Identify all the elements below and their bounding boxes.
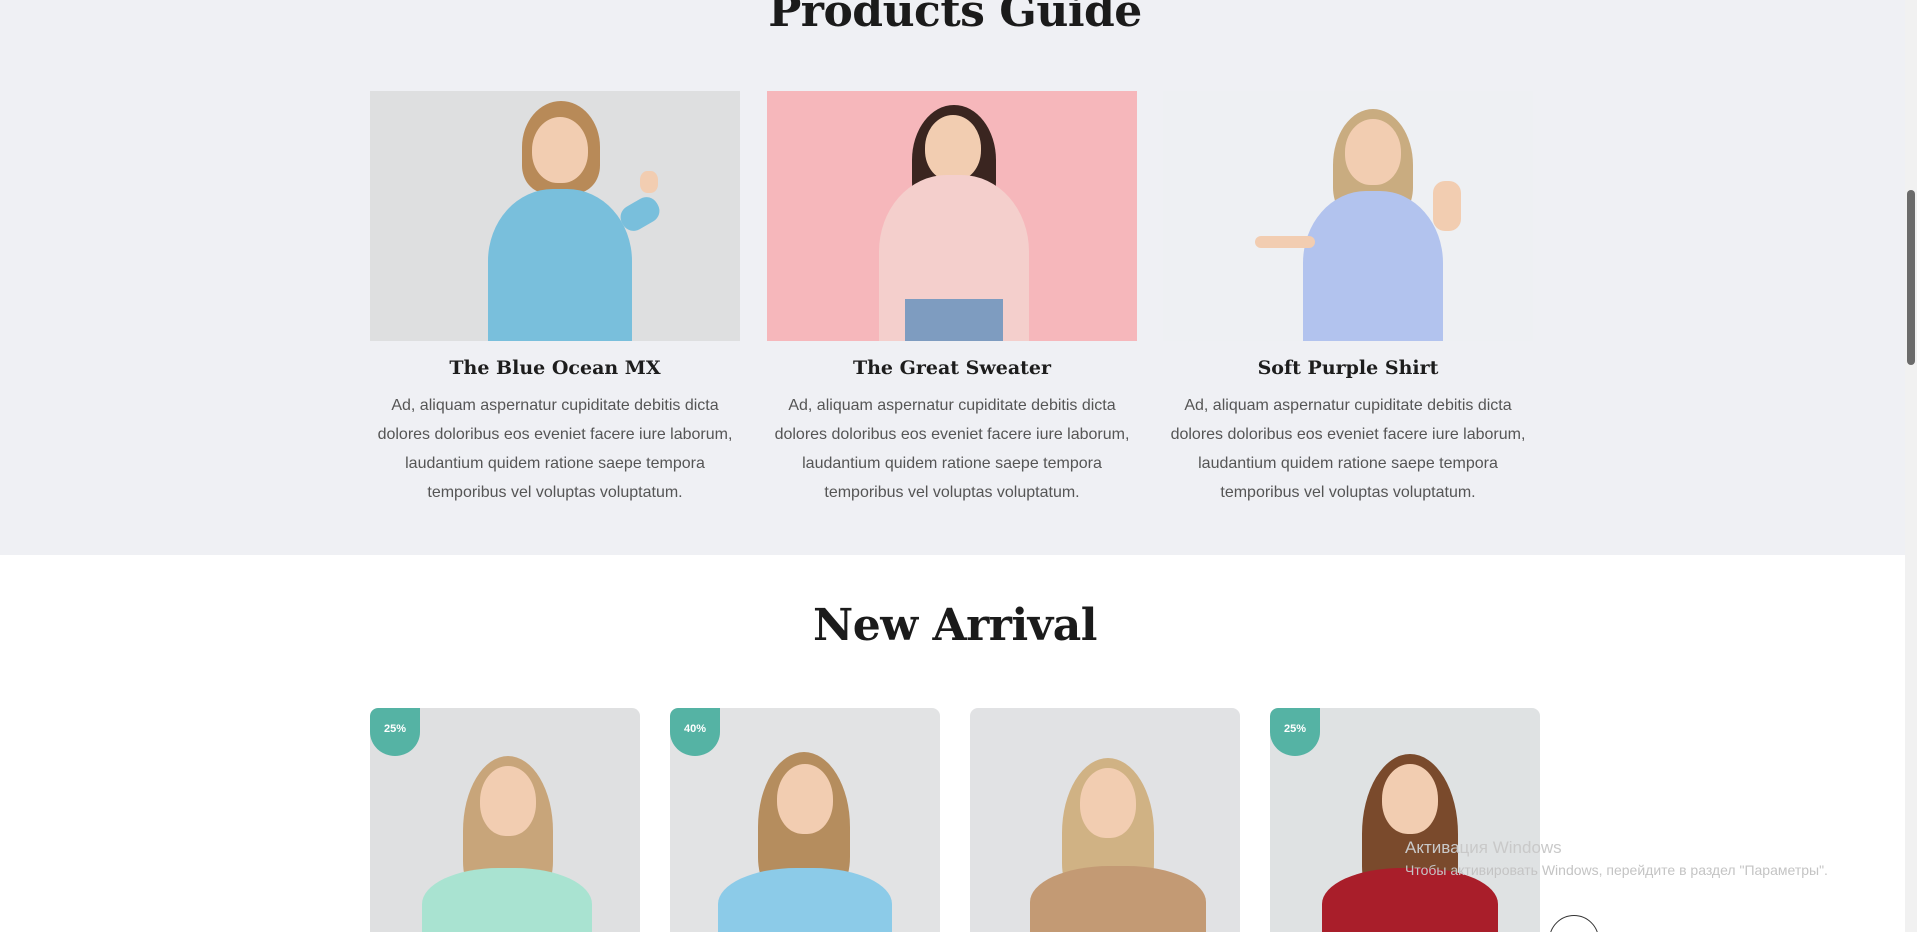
guide-card-blue-ocean[interactable]: The Blue Ocean MX Ad, aliquam aspernatur…: [370, 91, 740, 507]
guide-card-description: Ad, aliquam aspernatur cupiditate debiti…: [774, 397, 1130, 501]
guide-card-name[interactable]: The Great Sweater: [767, 357, 1137, 379]
new-arrival-title: New Arrival: [813, 600, 1097, 651]
product-image[interactable]: [370, 91, 740, 341]
windows-activation-title: Активация Windows: [1405, 838, 1562, 857]
scrollbar-thumb[interactable]: [1907, 190, 1915, 365]
discount-badge: 25%: [370, 708, 420, 756]
guide-card-soft-purple-shirt[interactable]: Soft Purple Shirt Ad, aliquam aspernatur…: [1163, 91, 1533, 507]
discount-badge: 25%: [1270, 708, 1320, 756]
discount-badge: 40%: [670, 708, 720, 756]
guide-card-name[interactable]: Soft Purple Shirt: [1163, 357, 1533, 379]
products-guide-title: Products Guide: [768, 0, 1142, 37]
windows-activation-text: Чтобы активировать Windows, перейдите в …: [1405, 862, 1828, 878]
arrival-card[interactable]: 25%: [1270, 708, 1540, 932]
guide-card-great-sweater[interactable]: The Great Sweater Ad, aliquam aspernatur…: [767, 91, 1137, 507]
arrival-card[interactable]: [970, 708, 1240, 932]
arrival-card[interactable]: 40%: [670, 708, 940, 932]
guide-card-description: Ad, aliquam aspernatur cupiditate debiti…: [377, 397, 733, 501]
arrival-card[interactable]: 25%: [370, 708, 640, 932]
guide-card-description: Ad, aliquam aspernatur cupiditate debiti…: [1170, 397, 1526, 501]
products-guide-section: Products Guide The Blue Ocean MX Ad, ali…: [0, 0, 1917, 555]
product-image[interactable]: [1163, 91, 1533, 341]
scrollbar-track[interactable]: [1905, 0, 1917, 932]
scroll-top-button[interactable]: [1549, 915, 1599, 932]
product-image[interactable]: [767, 91, 1137, 341]
guide-card-name[interactable]: The Blue Ocean MX: [370, 357, 740, 379]
